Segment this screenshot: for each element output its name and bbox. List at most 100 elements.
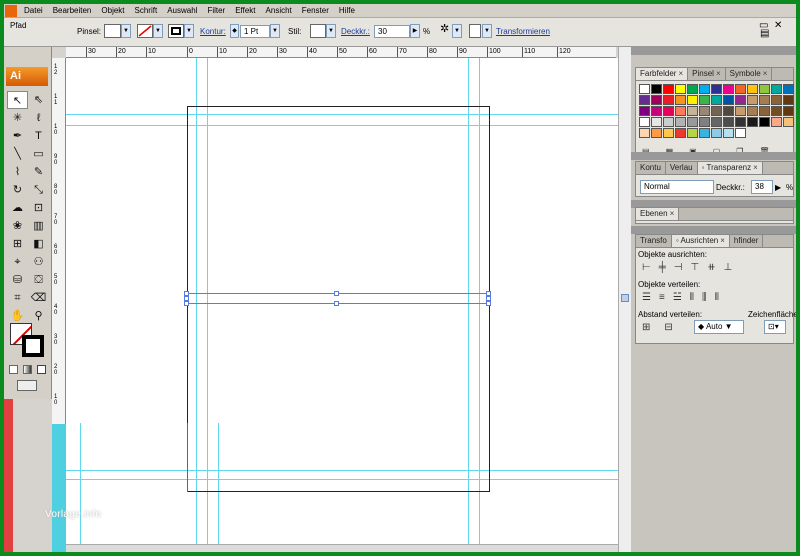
menu-hilfe[interactable]: Hilfe bbox=[334, 4, 360, 18]
brush-dropdown[interactable]: ▼ bbox=[121, 24, 131, 38]
close-icon[interactable]: × bbox=[763, 69, 768, 78]
eyedropper-tool-icon[interactable]: ⌖ bbox=[7, 253, 28, 271]
stroke-dropdown[interactable]: ▼ bbox=[184, 24, 194, 38]
scale-tool-icon[interactable]: ⤡ bbox=[28, 181, 49, 199]
screen-mode-icon[interactable] bbox=[17, 380, 37, 391]
tab-farbfelder[interactable]: Farbfelder × bbox=[636, 68, 689, 80]
mesh-tool-icon[interactable]: ⊞ bbox=[7, 235, 28, 253]
color-swatch[interactable] bbox=[711, 128, 722, 138]
gradient-tool-icon[interactable]: ◧ bbox=[28, 235, 49, 253]
color-swatch[interactable] bbox=[651, 95, 662, 105]
stroke-color-swatch[interactable] bbox=[168, 24, 184, 38]
distribute-left-icon[interactable]: ⫴ bbox=[690, 292, 694, 303]
color-swatch[interactable] bbox=[675, 84, 686, 94]
free-transform-tool-icon[interactable]: ⊡ bbox=[28, 199, 49, 217]
color-swatch[interactable] bbox=[771, 95, 782, 105]
align-to-select[interactable]: ⊡▾ bbox=[764, 320, 786, 334]
color-swatch[interactable] bbox=[759, 117, 770, 127]
color-swatch[interactable] bbox=[783, 106, 794, 116]
live-paint-bucket-tool-icon[interactable]: ⛁ bbox=[7, 271, 28, 289]
horizontal-scrollbar[interactable] bbox=[66, 544, 618, 552]
resize-handle[interactable] bbox=[334, 291, 339, 296]
color-swatch[interactable] bbox=[759, 106, 770, 116]
resize-handle[interactable] bbox=[334, 301, 339, 306]
color-swatch[interactable] bbox=[699, 106, 710, 116]
color-swatch[interactable] bbox=[747, 106, 758, 116]
resize-handle[interactable] bbox=[486, 301, 491, 306]
menu-filter[interactable]: Filter bbox=[202, 4, 230, 18]
color-swatch[interactable] bbox=[747, 117, 758, 127]
direct-selection-tool-icon[interactable]: ⇖ bbox=[28, 91, 49, 109]
fill-dropdown[interactable]: ▼ bbox=[153, 24, 163, 38]
brush-preview[interactable] bbox=[104, 24, 121, 38]
distribute-hcenter-icon[interactable]: ⫼ bbox=[702, 292, 707, 303]
stroke-weight-dropdown[interactable]: ▼ bbox=[270, 24, 280, 38]
color-swatch[interactable] bbox=[783, 84, 794, 94]
color-swatch[interactable] bbox=[663, 117, 674, 127]
menu-ansicht[interactable]: Ansicht bbox=[261, 4, 297, 18]
tab-transform[interactable]: Transfo bbox=[636, 235, 672, 247]
color-swatch[interactable] bbox=[651, 117, 662, 127]
rectangle-tool-icon[interactable]: ▭ bbox=[28, 145, 49, 163]
color-swatch[interactable] bbox=[783, 95, 794, 105]
color-swatch[interactable] bbox=[759, 84, 770, 94]
menu-objekt[interactable]: Objekt bbox=[96, 4, 129, 18]
paintbrush-tool-icon[interactable]: ⌇ bbox=[7, 163, 28, 181]
color-swatch[interactable] bbox=[687, 106, 698, 116]
color-swatch[interactable] bbox=[723, 128, 734, 138]
menu-bearbeiten[interactable]: Bearbeiten bbox=[48, 4, 97, 18]
style-dropdown[interactable]: ▼ bbox=[326, 24, 336, 38]
color-swatch[interactable] bbox=[723, 117, 734, 127]
color-swatch[interactable] bbox=[639, 106, 650, 116]
align-bottom-icon[interactable]: ⊥ bbox=[724, 262, 733, 273]
color-swatch[interactable] bbox=[699, 128, 710, 138]
color-swatch[interactable] bbox=[711, 95, 722, 105]
color-swatch[interactable] bbox=[711, 84, 722, 94]
close-icon[interactable]: × bbox=[716, 69, 721, 78]
pencil-tool-icon[interactable]: ✎ bbox=[28, 163, 49, 181]
menu-datei[interactable]: Datei bbox=[19, 4, 48, 18]
rotate-tool-icon[interactable]: ↻ bbox=[7, 181, 28, 199]
close-icon[interactable]: × bbox=[678, 69, 683, 78]
distribute-top-icon[interactable]: ☰ bbox=[642, 292, 651, 303]
blend-tool-icon[interactable]: ⚇ bbox=[28, 253, 49, 271]
color-swatch[interactable] bbox=[747, 95, 758, 105]
tab-verlauf[interactable]: Verlau bbox=[666, 162, 698, 174]
live-paint-selection-tool-icon[interactable]: ⛋ bbox=[28, 271, 49, 289]
close-icon[interactable]: × bbox=[753, 163, 758, 172]
color-swatch[interactable] bbox=[723, 95, 734, 105]
opacity-field[interactable]: 38 bbox=[751, 180, 773, 194]
tab-pathfinder[interactable]: hfinder bbox=[730, 235, 764, 247]
close-icon[interactable]: ✕ bbox=[774, 20, 782, 32]
scroll-thumb[interactable] bbox=[621, 294, 629, 302]
warp-tool-icon[interactable]: ☁ bbox=[7, 199, 28, 217]
color-swatch[interactable] bbox=[723, 106, 734, 116]
tab-pinsel[interactable]: Pinsel × bbox=[688, 68, 726, 80]
color-swatch[interactable] bbox=[687, 95, 698, 105]
color-swatch[interactable] bbox=[735, 95, 746, 105]
color-swatch[interactable] bbox=[663, 106, 674, 116]
color-swatch[interactable] bbox=[687, 84, 698, 94]
tab-ebenen[interactable]: Ebenen × bbox=[636, 208, 680, 220]
color-swatch[interactable] bbox=[639, 128, 650, 138]
recolor-dropdown[interactable]: ▼ bbox=[452, 24, 462, 38]
recolor-icon[interactable]: ✲ bbox=[440, 23, 449, 35]
opacity-dropdown[interactable]: ▶ bbox=[410, 24, 420, 38]
color-swatch[interactable] bbox=[651, 106, 662, 116]
tab-ausrichten[interactable]: ◦ Ausrichten × bbox=[671, 235, 730, 247]
gradient-mode-icon[interactable] bbox=[23, 365, 32, 374]
color-swatch[interactable] bbox=[639, 84, 650, 94]
graph-tool-icon[interactable]: ▥ bbox=[28, 217, 49, 235]
blend-mode-select[interactable]: Normal bbox=[640, 180, 714, 194]
tab-symbole[interactable]: Symbole × bbox=[726, 68, 773, 80]
color-swatch[interactable] bbox=[675, 117, 686, 127]
stroke-label[interactable]: Kontur: bbox=[200, 26, 226, 38]
align-selection-icon[interactable] bbox=[469, 24, 481, 38]
align-vcenter-icon[interactable]: ⧺ bbox=[707, 262, 715, 273]
vertical-spacing-icon[interactable]: ⊞ bbox=[642, 322, 650, 333]
close-icon[interactable]: × bbox=[720, 236, 725, 245]
resize-handle[interactable] bbox=[184, 301, 189, 306]
stroke-swatch[interactable] bbox=[22, 335, 44, 357]
color-swatch[interactable] bbox=[771, 84, 782, 94]
transform-link[interactable]: Transformieren bbox=[496, 26, 550, 38]
